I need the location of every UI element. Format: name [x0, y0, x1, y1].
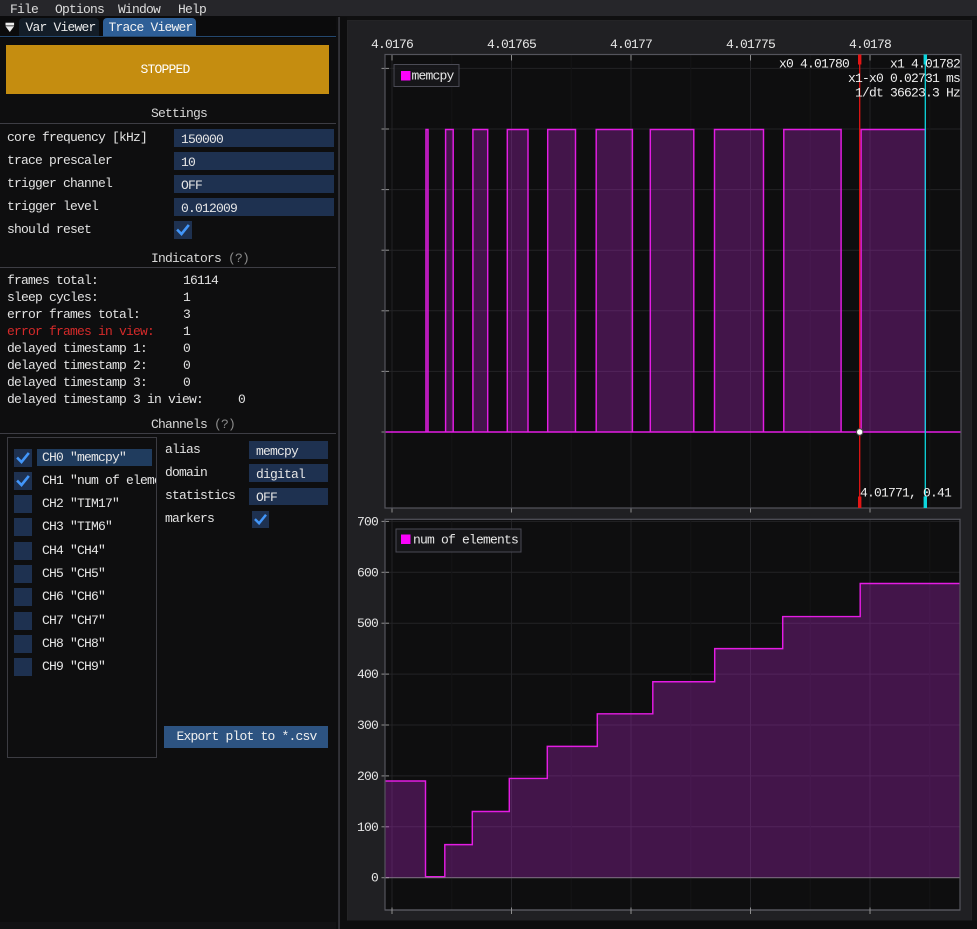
svg-text:4.0177: 4.0177 — [610, 37, 652, 52]
svg-text:200: 200 — [357, 769, 378, 784]
svg-text:4.01775: 4.01775 — [726, 37, 775, 52]
svg-text:100: 100 — [357, 820, 378, 835]
svg-text:300: 300 — [357, 718, 378, 733]
svg-text:500: 500 — [357, 616, 378, 631]
svg-text:memcpy: memcpy — [412, 69, 455, 84]
svg-text:4.01765: 4.01765 — [487, 37, 536, 52]
svg-text:x1 4.01782: x1 4.01782 — [890, 57, 960, 72]
svg-text:4.0176: 4.0176 — [371, 37, 413, 52]
svg-text:4.0178: 4.0178 — [849, 37, 891, 52]
svg-text:1/dt 36623.3 Hz: 1/dt 36623.3 Hz — [855, 86, 960, 101]
svg-text:x1-x0 0.02731 ms: x1-x0 0.02731 ms — [848, 71, 960, 86]
svg-text:700: 700 — [357, 514, 378, 529]
svg-text:0: 0 — [371, 871, 378, 886]
svg-text:600: 600 — [357, 565, 378, 580]
svg-text:x0 4.01780: x0 4.01780 — [779, 57, 849, 72]
svg-text:4.01771, 0.41: 4.01771, 0.41 — [860, 486, 952, 501]
svg-text:400: 400 — [357, 667, 378, 682]
svg-text:num of elements: num of elements — [413, 533, 518, 548]
